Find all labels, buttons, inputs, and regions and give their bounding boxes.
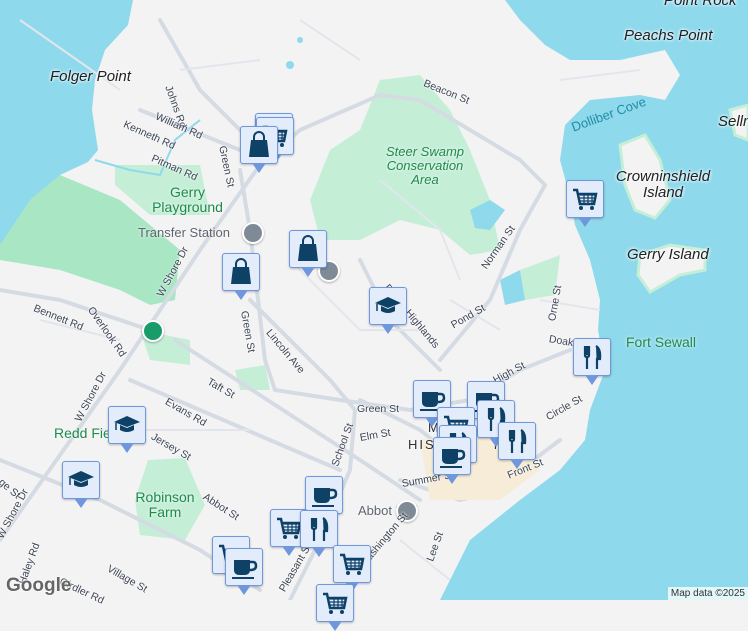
- poi-transfer-station: Transfer Station: [138, 225, 231, 240]
- government-icon[interactable]: [242, 222, 264, 244]
- coffee-icon: [230, 558, 258, 581]
- shopping-cart-marker[interactable]: [333, 545, 371, 592]
- park-steer-swamp: Steer Swamp Conservation Area: [385, 144, 465, 187]
- shopping-cart-icon: [338, 553, 365, 577]
- shopping-cart-marker[interactable]: [316, 584, 354, 631]
- place-peachs-point: Peachs Point: [624, 27, 713, 44]
- school-marker[interactable]: [369, 287, 407, 334]
- school-icon: [374, 296, 402, 314]
- park-robinson-farm: Robinson Farm: [135, 489, 195, 520]
- map-attribution[interactable]: Map data ©2025: [667, 587, 748, 600]
- shopping-bag-marker[interactable]: [240, 126, 278, 173]
- school-marker[interactable]: [108, 406, 146, 453]
- restaurant-icon: [508, 428, 527, 455]
- shopping-cart-icon: [275, 517, 302, 541]
- coffee-marker[interactable]: [305, 476, 343, 523]
- shopping-cart-icon: [571, 188, 598, 212]
- restaurant-marker[interactable]: [300, 510, 338, 557]
- restaurant-icon: [583, 344, 602, 371]
- shopping-bag-icon: [248, 131, 270, 158]
- park-redd-field: Redd Fie: [54, 425, 111, 441]
- place-sellman: Sellm: [718, 113, 748, 130]
- shopping-bag-icon: [297, 235, 319, 262]
- coffee-marker[interactable]: [433, 437, 471, 484]
- place-folger-point: Folger Point: [50, 68, 131, 85]
- shopping-bag-icon: [230, 258, 252, 285]
- shopping-bag-marker[interactable]: [289, 230, 327, 277]
- street-green-st-east: Green St: [357, 403, 400, 415]
- place-crowninshield-island: Crowninshield Island: [615, 168, 711, 201]
- google-logo: Google: [6, 575, 72, 596]
- restaurant-marker[interactable]: [498, 422, 536, 469]
- shopping-cart-marker[interactable]: [566, 180, 604, 227]
- restaurant-marker[interactable]: [573, 338, 611, 385]
- place-point-rock: Point Rock: [664, 0, 737, 9]
- school-icon: [113, 415, 141, 433]
- school-marker[interactable]: [62, 461, 100, 508]
- park-gerry-playground: Gerry Playground: [152, 184, 223, 215]
- restaurant-icon: [310, 516, 329, 543]
- park-fort-sewall: Fort Sewall: [626, 334, 697, 350]
- coffee-icon: [438, 447, 466, 470]
- place-gerry-island: Gerry Island: [627, 246, 709, 263]
- coffee-icon: [310, 486, 338, 509]
- coffee-marker[interactable]: [225, 548, 263, 595]
- shopping-cart-icon: [321, 592, 348, 616]
- school-icon: [67, 470, 95, 488]
- park-tree-icon[interactable]: [142, 320, 164, 342]
- shopping-bag-marker[interactable]: [222, 253, 260, 300]
